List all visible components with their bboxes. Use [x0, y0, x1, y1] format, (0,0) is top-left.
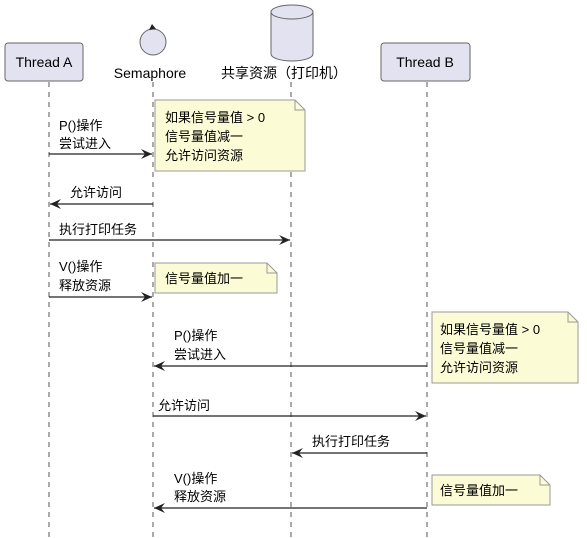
- note-1: 如果信号量值 > 0 信号量值减一 允许访问资源: [154, 99, 306, 172]
- note-text: 如果信号量值 > 0: [440, 322, 540, 337]
- note-text: 允许访问资源: [440, 360, 518, 375]
- message-label: 尝试进入: [174, 347, 226, 362]
- participant-semaphore: Semaphore: [114, 24, 187, 81]
- note-3: 如果信号量值 > 0 信号量值减一 允许访问资源: [431, 311, 579, 384]
- message-label: 释放资源: [59, 278, 111, 293]
- note-text: 信号量值减一: [440, 341, 518, 356]
- database-icon: [270, 4, 314, 62]
- message-label: 允许访问: [70, 185, 122, 200]
- message-7: 执行打印任务: [292, 434, 427, 458]
- note-4: 信号量值加一: [431, 474, 551, 506]
- note-text: 信号量值加一: [165, 271, 243, 286]
- message-label: 尝试进入: [59, 136, 111, 151]
- message-label: P()操作: [59, 118, 102, 133]
- note-text: 信号量值减一: [165, 129, 243, 144]
- note-text: 如果信号量值 > 0: [165, 110, 265, 125]
- message-label: 释放资源: [174, 489, 226, 504]
- participant-label: Semaphore: [114, 65, 187, 81]
- participant-label: Thread A: [16, 54, 73, 70]
- note-text: 信号量值加一: [440, 483, 518, 498]
- participant-label: Thread B: [396, 54, 454, 70]
- message-label: V()操作: [174, 471, 217, 486]
- message-label: 执行打印任务: [312, 434, 390, 449]
- message-4: V()操作 释放资源: [49, 259, 152, 302]
- message-label: 执行打印任务: [59, 222, 137, 237]
- message-label: 允许访问: [158, 398, 210, 413]
- note-text: 允许访问资源: [165, 148, 243, 163]
- note-2: 信号量值加一: [154, 262, 278, 294]
- participant-thread-b: Thread B: [380, 42, 471, 82]
- message-3: 执行打印任务: [49, 222, 290, 245]
- message-label: P()操作: [174, 328, 217, 343]
- message-1: P()操作 尝试进入: [49, 118, 152, 159]
- participant-label: 共享资源（打印机）: [221, 65, 347, 81]
- participant-thread-a: Thread A: [4, 42, 84, 82]
- participant-resource: 共享资源（打印机）: [221, 4, 347, 81]
- control-arrow-icon: [149, 24, 156, 30]
- sequence-diagram: Thread A Semaphore 共享资源（打印机） Thread B P(…: [4, 4, 579, 538]
- message-2: 允许访问: [50, 185, 153, 209]
- message-6: 允许访问: [153, 398, 426, 421]
- message-label: V()操作: [59, 259, 102, 274]
- control-icon: [139, 28, 167, 56]
